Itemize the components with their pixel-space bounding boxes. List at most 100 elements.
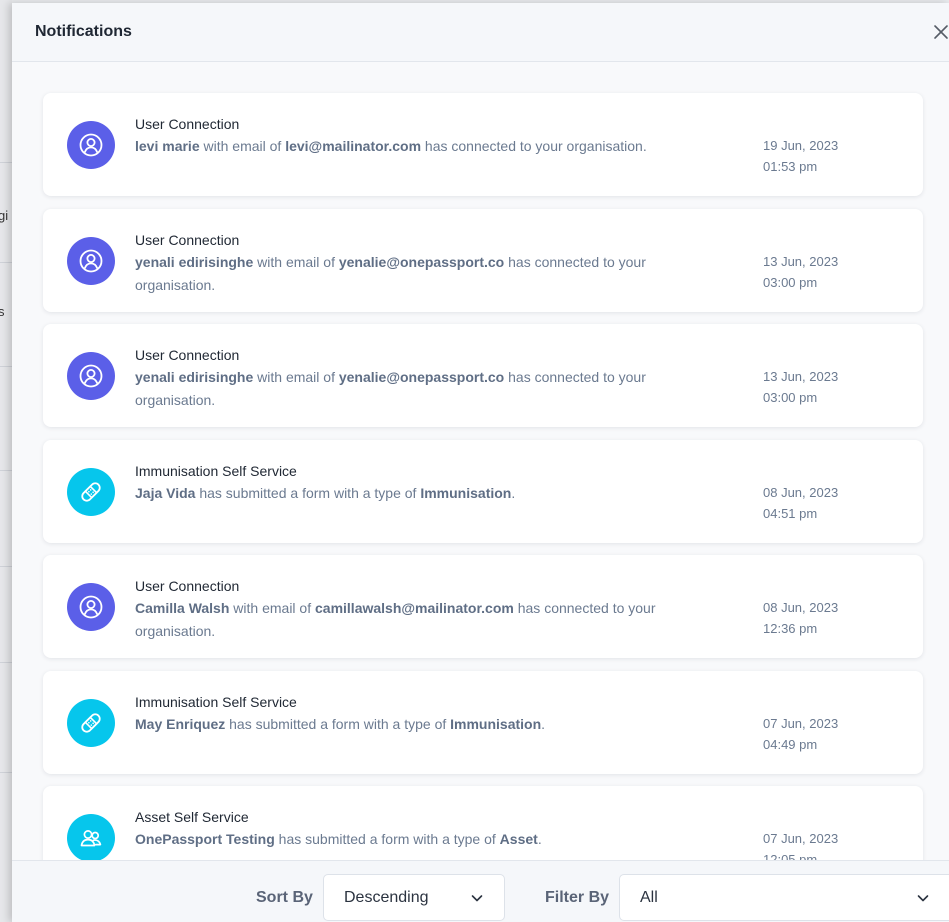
sort-select[interactable]: Descending: [323, 874, 505, 921]
chevron-down-icon: [917, 895, 929, 902]
notification-card[interactable]: Immunisation Self Service Jaja Vida has s…: [43, 440, 923, 543]
notification-text: .: [541, 716, 546, 732]
user-circle-icon: [78, 248, 104, 274]
notification-avatar: [67, 699, 115, 747]
background-text: gi: [0, 208, 9, 223]
background-divider: [0, 662, 12, 663]
filter-by-label: Filter By: [545, 889, 610, 906]
notification-subject: yenalie@onepassport.co: [338, 369, 505, 385]
background-divider: [0, 262, 12, 263]
notification-date: 13 Jun, 2023: [763, 254, 839, 269]
notification-subject: camillawalsh@mailinator.com: [315, 600, 514, 616]
notification-date: 07 Jun, 2023: [763, 831, 839, 846]
notification-time: 03:00 pm: [763, 390, 818, 405]
background-text: s: [0, 304, 5, 319]
notification-date: 13 Jun, 2023: [763, 369, 839, 384]
notification-avatar: [67, 583, 115, 631]
notification-text: .: [537, 831, 542, 847]
notification-time: 03:00 pm: [763, 275, 818, 290]
close-button[interactable]: [930, 21, 949, 43]
notification-actor: yenali edirisinghe: [135, 254, 254, 270]
notification-date: 08 Jun, 2023: [763, 485, 839, 500]
notification-text: .: [511, 485, 516, 501]
notification-date: 07 Jun, 2023: [763, 716, 839, 731]
notification-avatar: [67, 352, 115, 400]
notification-text: has submitted a form with a type of: [195, 485, 421, 501]
notification-card[interactable]: User Connection yenali edirisinghe with e…: [43, 324, 923, 427]
notification-actor: OnePassport Testing: [135, 831, 275, 847]
notification-text: with email of: [199, 138, 286, 154]
notification-message: yenali edirisinghe with email of yenalie…: [135, 366, 695, 412]
notification-timestamp: 19 Jun, 2023 01:53 pm: [763, 135, 838, 177]
panel-footer: Sort By Descending Filter By All: [12, 860, 949, 922]
notification-actor: Camilla Walsh: [135, 600, 230, 616]
notification-actor: yenali edirisinghe: [135, 369, 254, 385]
notification-text: with email of: [229, 600, 315, 616]
background-divider: [0, 772, 12, 773]
notification-actor: Jaja Vida: [135, 485, 196, 501]
notification-card[interactable]: User Connection yenali edirisinghe with e…: [43, 209, 923, 312]
notification-text: has connected to your organisation.: [421, 138, 647, 154]
notification-subject: Asset: [499, 831, 538, 847]
notification-message: levi marie with email of levi@mailinator…: [135, 135, 695, 158]
notification-subject: Immunisation: [450, 716, 542, 732]
notification-timestamp: 13 Jun, 2023 03:00 pm: [763, 366, 838, 408]
notification-avatar: [67, 814, 115, 862]
notification-avatar: [67, 468, 115, 516]
sort-select-value: Descending: [344, 889, 429, 906]
notification-title: Immunisation Self Service: [135, 694, 297, 710]
background-divider: [0, 366, 12, 367]
notification-subject: levi@mailinator.com: [285, 138, 422, 154]
user-circle-icon: [78, 594, 104, 620]
background-page: gi s: [0, 0, 12, 922]
panel-header: Notifications: [12, 3, 949, 62]
notification-timestamp: 08 Jun, 2023 12:36 pm: [763, 597, 838, 639]
notification-title: User Connection: [135, 232, 240, 248]
notification-timestamp: 08 Jun, 2023 04:51 pm: [763, 482, 838, 524]
notification-title: User Connection: [135, 578, 240, 594]
notification-text: has submitted a form with a type of: [225, 716, 451, 732]
notification-timestamp: 13 Jun, 2023 03:00 pm: [763, 251, 838, 293]
notification-title: Asset Self Service: [135, 809, 249, 825]
notification-text: has submitted a form with a type of: [274, 831, 500, 847]
user-circle-icon: [78, 363, 104, 389]
notification-time: 01:53 pm: [763, 159, 818, 174]
notification-card[interactable]: User Connection levi marie with email of …: [43, 93, 923, 196]
notification-avatar: [67, 121, 115, 169]
notification-subject: yenalie@onepassport.co: [338, 254, 505, 270]
users-icon: [78, 825, 104, 851]
notification-date: 19 Jun, 2023: [763, 138, 839, 153]
background-divider: [0, 566, 12, 567]
user-circle-icon: [78, 132, 104, 158]
notification-time: 04:49 pm: [763, 737, 818, 752]
notification-title: User Connection: [135, 116, 240, 132]
notification-message: May Enriquez has submitted a form with a…: [135, 713, 695, 736]
notification-card[interactable]: User Connection Camilla Walsh with email …: [43, 555, 923, 658]
notification-message: Camilla Walsh with email of camillawalsh…: [135, 597, 695, 643]
notification-title: Immunisation Self Service: [135, 463, 297, 479]
notification-title: User Connection: [135, 347, 240, 363]
background-divider: [0, 470, 12, 471]
close-icon[interactable]: [930, 21, 949, 43]
notification-message: OnePassport Testing has submitted a form…: [135, 828, 695, 851]
notification-subject: Immunisation: [420, 485, 512, 501]
bandage-icon: [78, 710, 104, 736]
notification-text: with email of: [253, 254, 339, 270]
notification-actor: May Enriquez: [135, 716, 226, 732]
notification-message: yenali edirisinghe with email of yenalie…: [135, 251, 695, 297]
bandage-icon: [78, 479, 104, 505]
notification-time: 04:51 pm: [763, 506, 818, 521]
notification-message: Jaja Vida has submitted a form with a ty…: [135, 482, 695, 505]
notifications-panel: Notifications User Connection levi marie …: [12, 3, 949, 922]
filter-select-value: All: [640, 889, 658, 906]
notification-text: with email of: [253, 369, 339, 385]
notification-actor: levi marie: [135, 138, 200, 154]
filter-select[interactable]: All: [619, 874, 949, 921]
notification-timestamp: 07 Jun, 2023 04:49 pm: [763, 713, 838, 755]
panel-title: Notifications: [35, 23, 132, 40]
notification-avatar: [67, 237, 115, 285]
notification-time: 12:36 pm: [763, 621, 818, 636]
notification-card[interactable]: Immunisation Self Service May Enriquez ha…: [43, 671, 923, 774]
notification-date: 08 Jun, 2023: [763, 600, 839, 615]
chevron-down-icon: [471, 895, 483, 902]
